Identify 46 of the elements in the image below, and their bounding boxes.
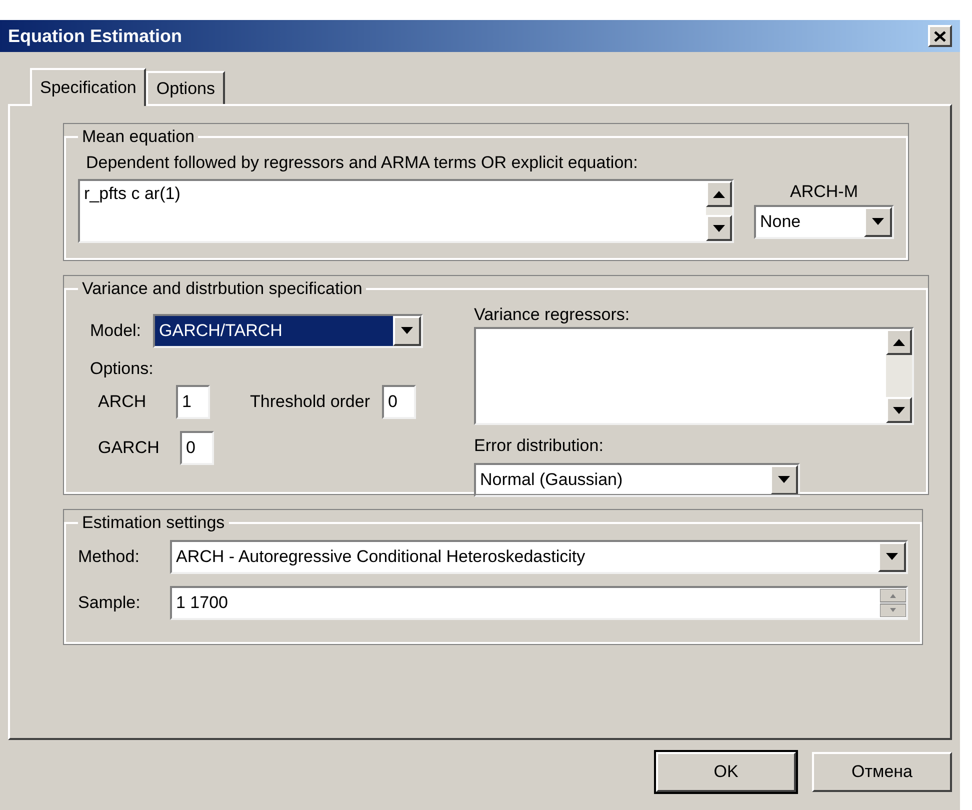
model-label: Model: <box>90 320 142 342</box>
scroll-down-icon <box>713 224 725 232</box>
options-label: Options: <box>90 358 154 380</box>
dropdown-button[interactable] <box>864 206 892 236</box>
group-title: Variance and distrbution specification <box>81 278 364 300</box>
close-button[interactable] <box>928 25 952 47</box>
input-field[interactable]: 0 <box>382 385 416 419</box>
caret-icon <box>886 553 898 560</box>
method-label: Method: <box>78 546 140 568</box>
tab[interactable]: Options <box>146 71 225 104</box>
close-icon <box>934 30 946 42</box>
caret-icon <box>778 476 790 483</box>
scroll-down-icon <box>893 406 905 414</box>
prompt-label: Dependent followed by regressors and ARMA terms OR explicit equation: <box>85 152 639 174</box>
sample-field[interactable]: 1 1700 <box>170 586 908 620</box>
dropdown[interactable]: Normal (Gaussian) <box>474 462 800 496</box>
input-field[interactable]: 0 <box>180 431 214 465</box>
dropdown[interactable]: ARCH - Autoregressive Conditional Heteroskedasticity <box>170 540 908 574</box>
dropdown[interactable]: GARCH/TARCH <box>153 314 424 348</box>
scroll-up-icon <box>713 190 725 198</box>
caret-icon <box>872 218 884 225</box>
scroll-up-icon <box>893 338 905 346</box>
garch-label: GARCH <box>98 437 160 460</box>
dialog-button[interactable]: Отмена <box>812 752 952 792</box>
threshold-label: Threshold order <box>250 391 370 414</box>
sample-label: Sample: <box>78 592 142 614</box>
input-field[interactable]: 1 <box>176 385 210 419</box>
error-distribution-label: Error distribution: <box>474 435 604 457</box>
dropdown-button[interactable] <box>878 542 906 572</box>
dropdown[interactable]: None <box>754 204 894 238</box>
variance-regressors-label: Variance regressors: <box>474 304 631 326</box>
arch-m-label: ARCH-M <box>790 181 858 203</box>
dropdown-button[interactable] <box>393 316 422 346</box>
dialog-button[interactable]: OK <box>656 752 796 792</box>
variance-regressors-field[interactable] <box>474 327 914 425</box>
equation-field[interactable]: r_pfts c ar(1) <box>78 179 734 243</box>
scrollbar[interactable] <box>886 329 912 423</box>
tab[interactable]: Specification <box>30 68 146 106</box>
scrollbar[interactable] <box>706 181 732 241</box>
window-title: Equation Estimation <box>8 24 182 48</box>
dropdown-button[interactable] <box>770 464 798 494</box>
group-title: Mean equation <box>81 126 196 148</box>
arch-label: ARCH <box>98 391 148 414</box>
spinner-icon <box>880 588 906 616</box>
caret-icon <box>401 327 414 334</box>
group-title: Estimation settings <box>81 512 226 534</box>
